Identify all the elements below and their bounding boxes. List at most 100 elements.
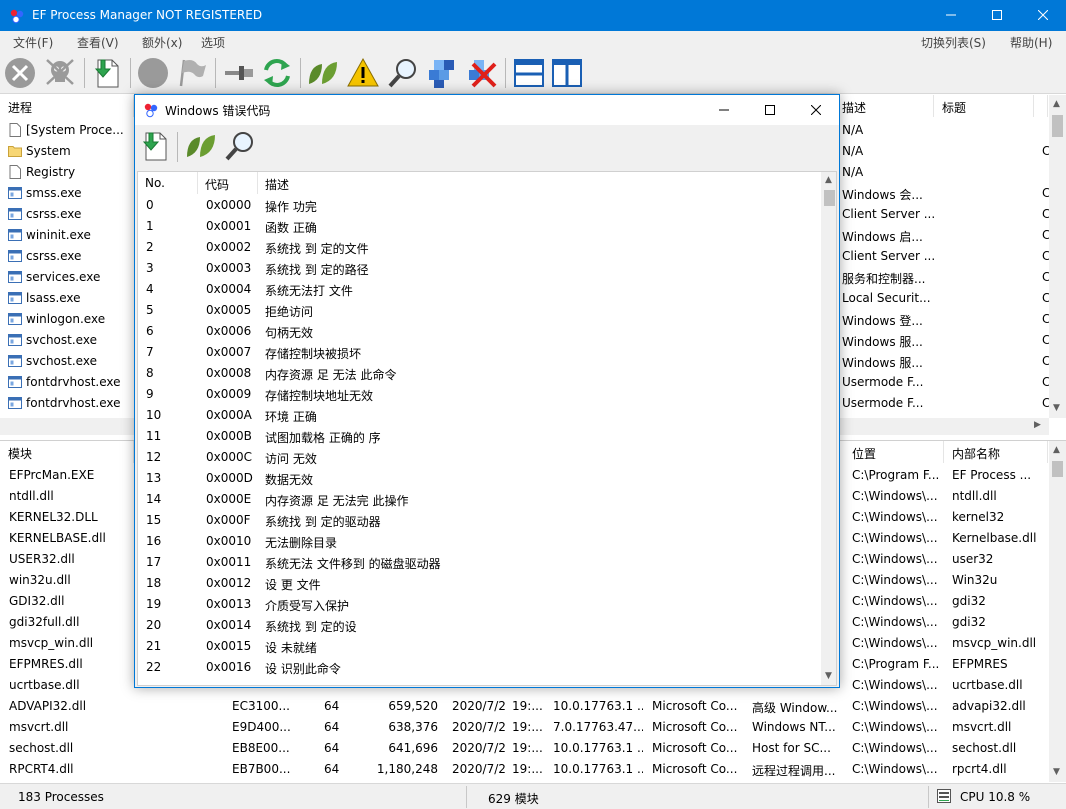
process-row[interactable]: csrss.exe (8, 246, 134, 267)
process-row[interactable]: [System Proce... (8, 120, 134, 141)
process-row[interactable]: System (8, 141, 134, 162)
error-code-row[interactable]: 20 0x0014 系统找 到 定的设 (138, 616, 821, 637)
module-name[interactable]: EFPMRES.dll (9, 657, 134, 671)
module-name[interactable]: win32u.dll (9, 573, 134, 587)
process-row[interactable]: svchost.exe (8, 351, 134, 372)
column-header-module[interactable]: 模块 (0, 441, 134, 463)
error-code-row[interactable]: 9 0x0009 存储控制块地址无效 (138, 385, 821, 406)
dialog-plugins-button[interactable] (184, 129, 218, 163)
module-vertical-scrollbar[interactable]: ▲ ▼ (1049, 441, 1066, 782)
dialog-titlebar[interactable]: Windows 错误代码 (135, 95, 839, 125)
menu-options[interactable]: 选项 (201, 34, 225, 51)
error-code-row[interactable]: 4 0x0004 系统无法打 文件 (138, 280, 821, 301)
process-row[interactable]: winlogon.exe (8, 309, 134, 330)
error-code-row[interactable]: 22 0x0016 设 识别此命令 (138, 658, 821, 679)
process-row[interactable]: smss.exe (8, 183, 134, 204)
module-name[interactable]: msvcp_win.dll (9, 636, 134, 650)
process-row[interactable]: services.exe (8, 267, 134, 288)
kill-all-button[interactable] (43, 56, 77, 90)
registry-button[interactable] (425, 56, 459, 90)
error-code-row[interactable]: 7 0x0007 存储控制块被损坏 (138, 343, 821, 364)
maximize-button[interactable] (974, 0, 1020, 31)
column-header-no[interactable]: No. (138, 172, 198, 194)
menu-extra[interactable]: 额外(x) (142, 34, 182, 51)
dialog-save-button[interactable] (138, 129, 172, 163)
module-name[interactable]: ucrtbase.dll (9, 678, 134, 692)
menu-file[interactable]: 文件(F) (13, 34, 53, 51)
process-row[interactable]: svchost.exe (8, 330, 134, 351)
module-name[interactable]: msvcrt.dll (9, 720, 134, 734)
module-name[interactable]: EFPrcMan.EXE (9, 468, 134, 482)
dialog-maximize-button[interactable] (747, 95, 793, 125)
scroll-up-icon[interactable]: ▲ (825, 175, 832, 185)
scroll-down-icon[interactable]: ▼ (1053, 767, 1060, 777)
error-code-row[interactable]: 21 0x0015 设 未就绪 (138, 637, 821, 658)
error-code-row[interactable]: 18 0x0012 设 更 文件 (138, 574, 821, 595)
scrollbar-thumb[interactable] (1052, 115, 1063, 137)
scroll-right-icon[interactable]: ▶ (1034, 420, 1041, 430)
pin-button[interactable] (222, 56, 256, 90)
error-code-row[interactable]: 2 0x0002 系统找 到 定的文件 (138, 238, 821, 259)
refresh-button[interactable] (260, 56, 294, 90)
split-horizontal-button[interactable] (512, 56, 546, 90)
column-header-code[interactable]: 代码 (198, 172, 258, 194)
column-header-internal-name[interactable]: 内部名称 (944, 441, 1048, 463)
close-button[interactable] (1020, 0, 1066, 31)
main-titlebar[interactable]: EF Process Manager NOT REGISTERED (0, 0, 1066, 31)
error-code-row[interactable]: 3 0x0003 系统找 到 定的路径 (138, 259, 821, 280)
search-button[interactable] (386, 56, 420, 90)
process-row[interactable]: csrss.exe (8, 204, 134, 225)
error-code-row[interactable]: 10 0x000A 环境 正确 (138, 406, 821, 427)
warning-button[interactable] (346, 56, 380, 90)
error-code-row[interactable]: 8 0x0008 内存资源 足 无法 此命令 (138, 364, 821, 385)
module-name[interactable]: KERNELBASE.dll (9, 531, 134, 545)
delete-registry-button[interactable] (465, 56, 499, 90)
process-row[interactable]: fontdrvhost.exe (8, 393, 134, 414)
error-code-row[interactable]: 15 0x000F 系统找 到 定的驱动器 (138, 511, 821, 532)
error-code-row[interactable]: 19 0x0013 介质受写入保护 (138, 595, 821, 616)
scrollbar-thumb[interactable] (824, 190, 835, 206)
column-header-desc[interactable]: 描述 (258, 172, 821, 194)
error-code-row[interactable]: 14 0x000E 内存资源 足 无法完 此操作 (138, 490, 821, 511)
error-code-list[interactable]: No. 代码 描述 0 0x0000 操作 功完 1 0x0001 函数 正确 2 0x000… (137, 171, 837, 686)
process-vertical-scrollbar[interactable]: ▲ ▼ (1049, 95, 1066, 418)
scroll-down-icon[interactable]: ▼ (825, 671, 832, 681)
scroll-up-icon[interactable]: ▲ (1053, 99, 1060, 109)
error-code-row[interactable]: 12 0x000C 访问 无效 (138, 448, 821, 469)
save-list-button[interactable] (90, 56, 124, 90)
dialog-close-button[interactable] (793, 95, 839, 125)
error-code-row[interactable]: 1 0x0001 函数 正确 (138, 217, 821, 238)
module-name[interactable]: ntdll.dll (9, 489, 134, 503)
column-header-process[interactable]: 进程 (0, 95, 134, 117)
column-header-description[interactable]: 描述 (834, 95, 934, 117)
split-vertical-button[interactable] (550, 56, 584, 90)
process-row[interactable]: Registry (8, 162, 134, 183)
module-name[interactable]: KERNEL32.DLL (9, 510, 134, 524)
column-header-location[interactable]: 位置 (844, 441, 944, 463)
column-header-title[interactable]: 标题 (934, 95, 1034, 117)
flag-button[interactable] (175, 56, 209, 90)
plugins-button[interactable] (306, 56, 340, 90)
module-name[interactable]: ADVAPI32.dll (9, 699, 134, 713)
error-code-row[interactable]: 11 0x000B 试图加载格 正确的 序 (138, 427, 821, 448)
menu-switch-list[interactable]: 切换列表(S) (921, 34, 986, 51)
scrollbar-thumb[interactable] (1052, 461, 1063, 477)
module-name[interactable]: RPCRT4.dll (9, 762, 134, 776)
kill-process-button[interactable] (3, 56, 37, 90)
error-codes-dialog[interactable]: Windows 错误代码 No. 代码 描述 0 0x0000 操作 功完 1 0x00… (134, 94, 840, 688)
scroll-up-icon[interactable]: ▲ (1053, 445, 1060, 455)
module-name[interactable]: sechost.dll (9, 741, 134, 755)
menu-view[interactable]: 查看(V) (77, 34, 119, 51)
module-name[interactable]: GDI32.dll (9, 594, 134, 608)
dialog-minimize-button[interactable] (701, 95, 747, 125)
dialog-search-button[interactable] (223, 129, 257, 163)
dialog-vertical-scrollbar[interactable]: ▲ ▼ (821, 172, 836, 685)
error-code-row[interactable]: 5 0x0005 拒绝访问 (138, 301, 821, 322)
error-code-row[interactable]: 17 0x0011 系统无法 文件移到 的磁盘驱动器 (138, 553, 821, 574)
scroll-down-icon[interactable]: ▼ (1053, 403, 1060, 413)
pause-button[interactable] (136, 56, 170, 90)
menu-help[interactable]: 帮助(H) (1010, 34, 1052, 51)
column-header-extra[interactable] (1034, 95, 1048, 117)
minimize-button[interactable] (928, 0, 974, 31)
process-row[interactable]: wininit.exe (8, 225, 134, 246)
